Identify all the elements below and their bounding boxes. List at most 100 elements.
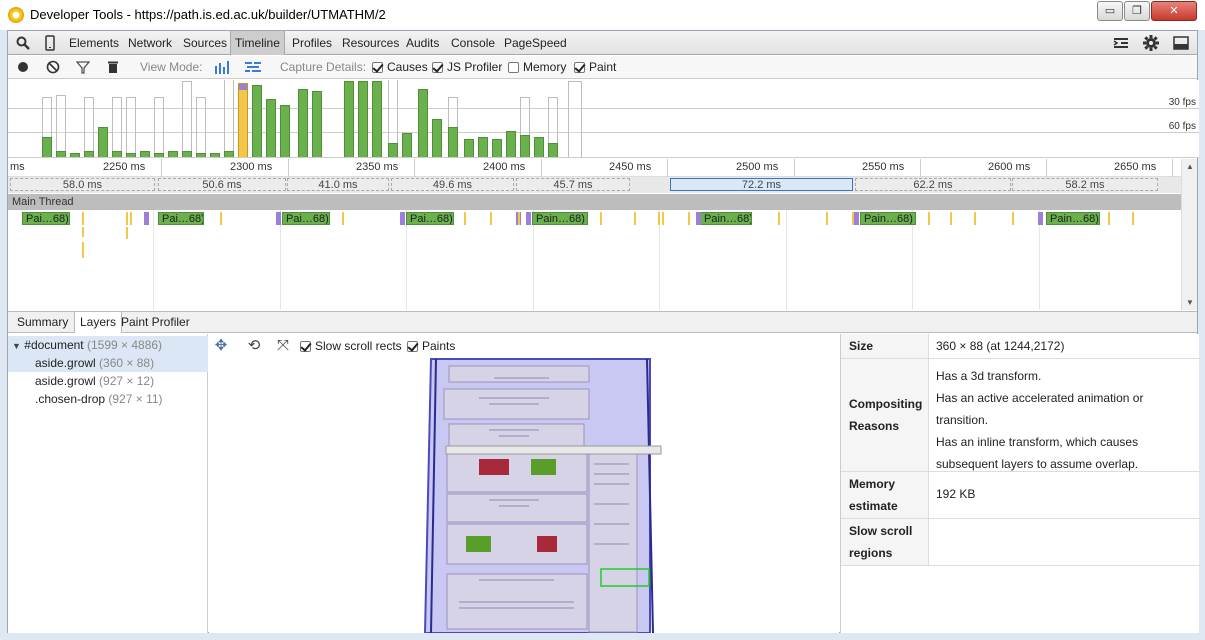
- script-event[interactable]: [464, 212, 466, 225]
- flamechart-gridline: [1039, 210, 1040, 310]
- js-profiler-label: JS Profiler: [447, 60, 503, 74]
- layout-event[interactable]: [526, 212, 531, 225]
- script-event[interactable]: [342, 212, 344, 225]
- minimize-button[interactable]: ▭: [1097, 1, 1123, 21]
- frame-duration-box[interactable]: 45.7 ms: [516, 178, 630, 191]
- layout-event[interactable]: [144, 212, 149, 225]
- js-profiler-checkbox-box[interactable]: [432, 61, 443, 73]
- paint-event[interactable]: Pain…68): [532, 212, 588, 225]
- layers-3d-viewport[interactable]: ✥ ⟲ ⤧ Slow scroll rects Paints: [209, 334, 839, 633]
- tab-pagespeed[interactable]: PageSpeed: [500, 31, 571, 55]
- tree-row-chosen-drop[interactable]: .chosen-drop (927 × 11): [8, 390, 208, 408]
- tree-row-aside-growl[interactable]: aside.growl (927 × 12): [8, 372, 208, 390]
- causes-checkbox-box[interactable]: [372, 61, 383, 73]
- layout-event[interactable]: [400, 212, 405, 225]
- overview-events-icon[interactable]: [214, 58, 232, 76]
- tab-resources[interactable]: Resources: [338, 31, 403, 55]
- layout-event[interactable]: [1038, 212, 1043, 225]
- paint-event[interactable]: Pain…68): [1046, 212, 1100, 225]
- frame-duration-box[interactable]: 62.2 ms: [855, 178, 1011, 191]
- scroll-down-arrow-icon[interactable]: ▼: [1186, 298, 1194, 307]
- script-event[interactable]: [82, 227, 84, 237]
- script-event[interactable]: [950, 212, 952, 225]
- script-event[interactable]: [130, 212, 132, 225]
- script-event[interactable]: [82, 212, 84, 225]
- overview-frame-outline: [112, 97, 122, 157]
- layout-event[interactable]: [854, 212, 859, 225]
- causes-checkbox[interactable]: Causes: [372, 59, 428, 75]
- devtools-panel: Elements Network Sources Timeline Profil…: [7, 30, 1200, 633]
- frame-duration-box[interactable]: 58.0 ms: [10, 178, 155, 191]
- frame-duration-box[interactable]: 41.0 ms: [287, 178, 389, 191]
- paint-checkbox[interactable]: Paint: [574, 59, 616, 75]
- layout-event[interactable]: [276, 212, 281, 225]
- slow-scroll-regions-label: Slow scroll regions: [841, 519, 929, 565]
- script-event[interactable]: [1108, 212, 1110, 225]
- main-thread-flamechart[interactable]: Pai…68) Pai…68) Pai…68) Pai…68) Pain…68) Pain…: [8, 210, 1183, 310]
- device-mode-icon[interactable]: [41, 34, 59, 52]
- script-event[interactable]: [126, 212, 128, 225]
- layout-event[interactable]: [696, 212, 701, 225]
- script-event[interactable]: [688, 212, 690, 225]
- script-event[interactable]: [126, 227, 128, 239]
- tab-profiles[interactable]: Profiles: [288, 31, 336, 55]
- script-event[interactable]: [1012, 212, 1014, 225]
- garbage-collect-icon[interactable]: [104, 58, 122, 76]
- paint-event[interactable]: Pain…68): [860, 212, 916, 225]
- frame-duration-box[interactable]: 72.2 ms: [670, 178, 853, 191]
- tree-expand-arrow-icon[interactable]: ▼: [12, 341, 21, 351]
- tree-row-document[interactable]: ▼ #document (1599 × 4886): [8, 336, 208, 354]
- script-event[interactable]: [778, 212, 780, 225]
- dock-side-icon[interactable]: [1172, 34, 1190, 52]
- overview-frame-outline: [56, 95, 66, 157]
- record-icon[interactable]: [14, 58, 32, 76]
- paint-checkbox-box[interactable]: [574, 61, 585, 73]
- tab-sources[interactable]: Sources: [179, 31, 231, 55]
- paint-event[interactable]: Pai…68): [158, 212, 204, 225]
- timeline-overview[interactable]: 30 fps 60 fps: [8, 80, 1199, 158]
- script-event[interactable]: [518, 212, 520, 225]
- script-event[interactable]: [662, 212, 664, 225]
- tab-network[interactable]: Network: [124, 31, 176, 55]
- script-event[interactable]: [634, 212, 636, 225]
- details-tabs: Summary Layers Paint Profiler: [8, 311, 1197, 333]
- script-event[interactable]: [600, 212, 602, 225]
- memory-checkbox-box[interactable]: [508, 61, 519, 73]
- scroll-up-arrow-icon[interactable]: ▲: [1186, 162, 1194, 171]
- frame-duration-box[interactable]: 49.6 ms: [391, 178, 514, 191]
- filter-icon[interactable]: [74, 58, 92, 76]
- memory-checkbox[interactable]: Memory: [508, 59, 566, 75]
- search-icon[interactable]: [14, 34, 32, 52]
- script-event[interactable]: [220, 212, 222, 225]
- script-event[interactable]: [928, 212, 930, 225]
- tab-audits[interactable]: Audits: [402, 31, 443, 55]
- script-event[interactable]: [974, 212, 976, 225]
- show-drawer-icon[interactable]: [1112, 34, 1130, 52]
- tab-console[interactable]: Console: [447, 31, 499, 55]
- tab-layers[interactable]: Layers: [74, 312, 123, 333]
- js-profiler-checkbox[interactable]: JS Profiler: [432, 59, 502, 75]
- maximize-button[interactable]: ❐: [1124, 1, 1150, 21]
- settings-gear-icon[interactable]: [1142, 34, 1160, 52]
- tree-row-aside-growl-selected[interactable]: aside.growl (360 × 88): [8, 354, 208, 372]
- script-event[interactable]: [1132, 212, 1134, 225]
- script-event[interactable]: [490, 212, 492, 225]
- tab-summary[interactable]: Summary: [12, 312, 73, 333]
- script-event[interactable]: [658, 212, 660, 225]
- timeline-scrollbar[interactable]: ▲ ▼: [1181, 159, 1197, 310]
- script-event[interactable]: [852, 212, 854, 225]
- script-event[interactable]: [82, 242, 84, 258]
- close-button[interactable]: ✕: [1151, 1, 1197, 21]
- paint-event[interactable]: Pai…68): [406, 212, 454, 225]
- tab-elements[interactable]: Elements: [65, 31, 123, 55]
- tab-paint-profiler[interactable]: Paint Profiler: [116, 312, 195, 333]
- overview-frames-icon[interactable]: [244, 58, 262, 76]
- paint-event[interactable]: Pain…68): [700, 212, 752, 225]
- frame-duration-box[interactable]: 50.6 ms: [158, 178, 286, 191]
- clear-icon[interactable]: [44, 58, 62, 76]
- script-event[interactable]: [826, 212, 828, 225]
- paint-event[interactable]: Pai…68): [282, 212, 330, 225]
- tab-timeline[interactable]: Timeline: [230, 31, 285, 55]
- frame-duration-box[interactable]: 58.2 ms: [1012, 178, 1158, 191]
- paint-event[interactable]: Pai…68): [22, 212, 70, 225]
